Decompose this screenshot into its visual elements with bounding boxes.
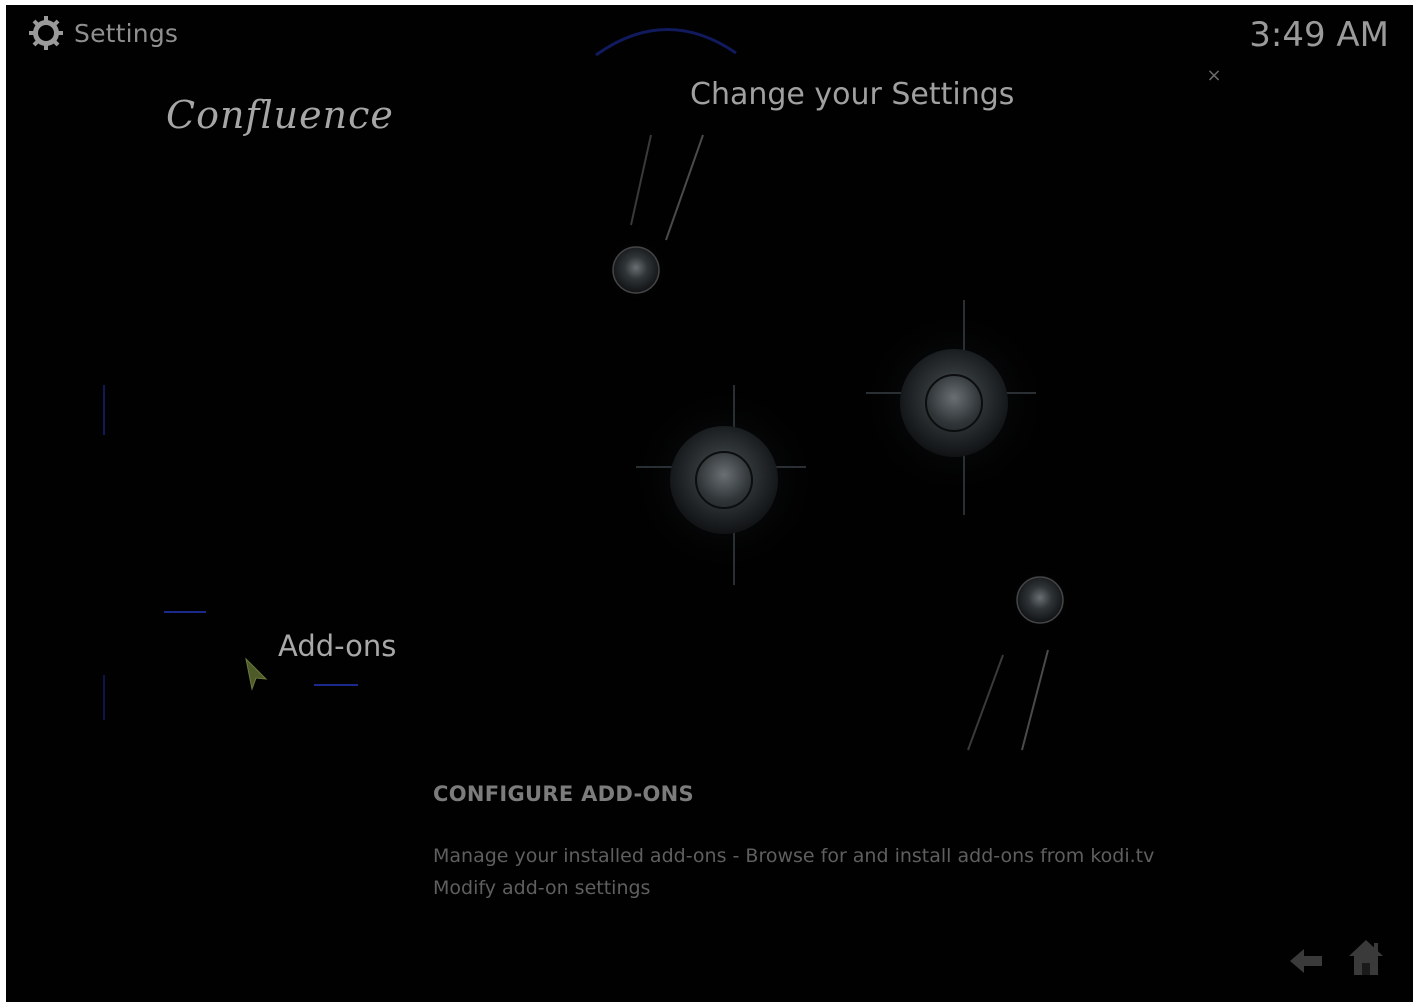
mouse-pointer-icon (245, 657, 268, 691)
window-title: Settings (74, 18, 179, 48)
description-heading: CONFIGURE ADD-ONS (433, 782, 694, 806)
menu-item-add-ons[interactable]: Add-ons (278, 629, 396, 663)
window-header: Settings (28, 15, 178, 51)
description-line: Modify add-on settings (433, 877, 651, 899)
screen: Settings 3:49 AM × Confluence Change you… (6, 5, 1413, 1002)
gear-icon (29, 16, 63, 50)
back-arrow-icon[interactable] (1286, 943, 1326, 979)
description-line: Manage your installed add-ons - Browse f… (433, 845, 1155, 867)
skin-logo: Confluence (166, 93, 394, 137)
close-button[interactable]: × (1202, 65, 1226, 86)
clock: 3:49 AM (1249, 15, 1389, 55)
home-icon[interactable] (1346, 937, 1386, 979)
page-heading: Change your Settings (690, 77, 1015, 112)
